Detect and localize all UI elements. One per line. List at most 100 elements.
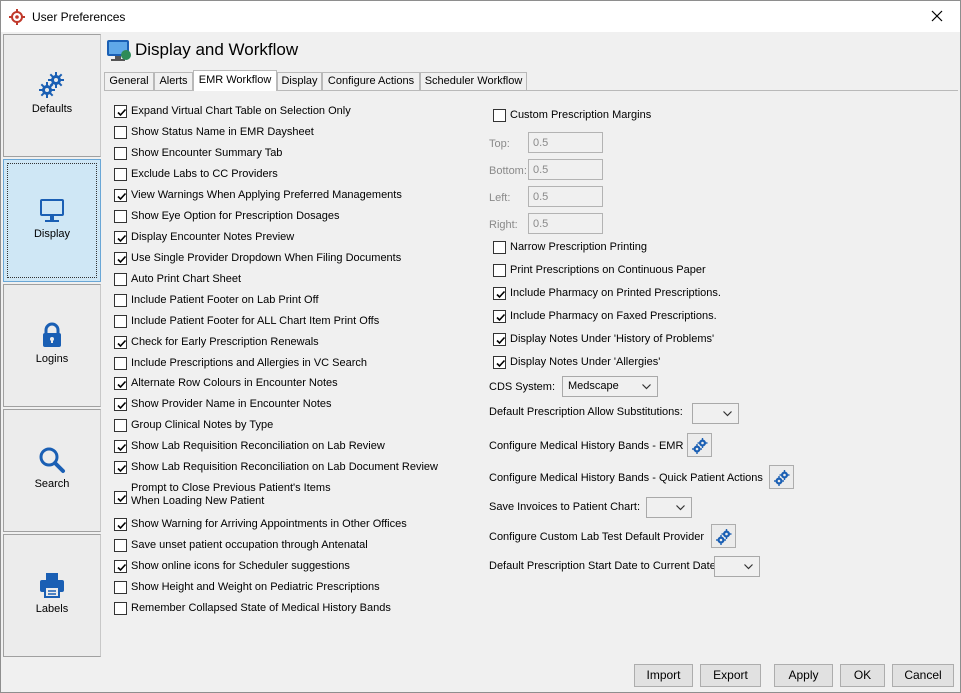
- monitor-icon: [40, 199, 64, 222]
- checkmark-icon: [117, 108, 127, 117]
- option-checkbox[interactable]: [493, 356, 506, 369]
- option-label: Include Patient Footer on Lab Print Off: [131, 294, 319, 306]
- checkmark-icon: [117, 339, 127, 348]
- option-checkbox[interactable]: [114, 231, 127, 244]
- checkmark-icon: [117, 234, 127, 243]
- export-button[interactable]: Export: [700, 664, 761, 687]
- sidebar-item-defaults[interactable]: Defaults: [3, 34, 101, 157]
- tab-display[interactable]: Display: [277, 72, 322, 90]
- config-history-quick-button[interactable]: [769, 465, 794, 489]
- margin-left-input[interactable]: [528, 186, 603, 207]
- option-checkbox[interactable]: [114, 315, 127, 328]
- start-date-dropdown[interactable]: [714, 556, 760, 577]
- option-checkbox[interactable]: [493, 241, 506, 254]
- ok-button[interactable]: OK: [840, 664, 885, 687]
- option-checkbox[interactable]: [114, 273, 127, 286]
- gears-icon: [774, 470, 790, 486]
- cancel-button[interactable]: Cancel: [892, 664, 954, 687]
- option-checkbox[interactable]: [114, 189, 127, 202]
- allow-substitutions-label: Default Prescription Allow Substitutions…: [489, 406, 683, 418]
- option-checkbox[interactable]: [114, 126, 127, 139]
- checkmark-icon: [117, 380, 127, 389]
- option-checkbox[interactable]: [114, 581, 127, 594]
- margin-bottom-input[interactable]: [528, 159, 603, 180]
- margin-right-input[interactable]: [528, 213, 603, 234]
- option-checkbox[interactable]: [114, 491, 127, 504]
- import-button[interactable]: Import: [634, 664, 693, 687]
- option-label: Show online icons for Scheduler suggesti…: [131, 560, 350, 572]
- option-label: Include Pharmacy on Faxed Prescriptions.: [510, 310, 717, 322]
- save-invoices-dropdown[interactable]: [646, 497, 692, 518]
- option-label: Use Single Provider Dropdown When Filing…: [131, 252, 402, 264]
- tab-scheduler-workflow[interactable]: Scheduler Workflow: [420, 72, 527, 90]
- apply-button[interactable]: Apply: [774, 664, 833, 687]
- display-workflow-icon: [107, 40, 131, 61]
- option-checkbox[interactable]: [493, 310, 506, 323]
- checkmark-icon: [496, 290, 506, 299]
- option-checkbox[interactable]: [493, 287, 506, 300]
- option-checkbox[interactable]: [114, 398, 127, 411]
- option-checkbox[interactable]: [114, 336, 127, 349]
- option-checkbox[interactable]: [114, 539, 127, 552]
- option-checkbox[interactable]: [114, 440, 127, 453]
- checkmark-icon: [117, 464, 127, 473]
- tab-emr-workflow[interactable]: EMR Workflow: [193, 70, 277, 91]
- option-checkbox[interactable]: [493, 264, 506, 277]
- config-history-emr-button[interactable]: [687, 433, 712, 457]
- option-checkbox[interactable]: [114, 168, 127, 181]
- option-checkbox[interactable]: [114, 147, 127, 160]
- category-sidebar: Defaults Display Logins Search Labels: [3, 34, 101, 657]
- sidebar-item-logins[interactable]: Logins: [3, 284, 101, 407]
- cds-system-dropdown[interactable]: Medscape: [562, 376, 658, 397]
- margin-top-input[interactable]: [528, 132, 603, 153]
- printer-icon: [40, 573, 64, 598]
- tab-configure-actions[interactable]: Configure Actions: [322, 72, 420, 90]
- sidebar-item-labels[interactable]: Labels: [3, 534, 101, 657]
- config-lab-provider-button[interactable]: [711, 524, 736, 548]
- tab-general[interactable]: General: [104, 72, 154, 90]
- option-label: Show Lab Requisition Reconciliation on L…: [131, 440, 385, 452]
- sidebar-label-logins: Logins: [35, 353, 69, 365]
- option-checkbox[interactable]: [114, 377, 127, 390]
- custom-margins-checkbox[interactable]: [493, 109, 506, 122]
- option-label: Remember Collapsed State of Medical Hist…: [131, 602, 391, 614]
- option-label: Show Encounter Summary Tab: [131, 147, 283, 159]
- option-label: Auto Print Chart Sheet: [131, 273, 242, 285]
- close-icon: [931, 10, 943, 22]
- option-checkbox[interactable]: [114, 518, 127, 531]
- start-date-label: Default Prescription Start Date to Curre…: [489, 560, 716, 572]
- option-checkbox[interactable]: [114, 560, 127, 573]
- option-label: Show Height and Weight on Pediatric Pres…: [131, 581, 380, 593]
- checkmark-icon: [117, 521, 127, 530]
- close-button[interactable]: [914, 1, 960, 32]
- option-label: Show Status Name in EMR Daysheet: [131, 126, 314, 138]
- sidebar-label-defaults: Defaults: [31, 103, 73, 115]
- tab-alerts[interactable]: Alerts: [154, 72, 193, 90]
- option-label: Narrow Prescription Printing: [510, 241, 647, 253]
- sidebar-item-display[interactable]: Display: [3, 159, 101, 282]
- option-checkbox[interactable]: [114, 602, 127, 615]
- option-label: Show Lab Requisition Reconciliation on L…: [131, 461, 438, 473]
- checkmark-icon: [117, 401, 127, 410]
- option-label: Group Clinical Notes by Type: [131, 419, 274, 431]
- allow-substitutions-dropdown[interactable]: [692, 403, 739, 424]
- margin-top-label: Top:: [489, 138, 510, 150]
- option-checkbox[interactable]: [114, 105, 127, 118]
- option-label: Prompt to Close Previous Patient's Items…: [131, 482, 331, 508]
- option-label: Show Eye Option for Prescription Dosages: [131, 210, 340, 222]
- option-checkbox[interactable]: [114, 419, 127, 432]
- checkmark-icon: [117, 192, 127, 201]
- option-checkbox[interactable]: [114, 210, 127, 223]
- option-checkbox[interactable]: [114, 357, 127, 370]
- config-history-quick-label: Configure Medical History Bands - Quick …: [489, 472, 763, 484]
- option-checkbox[interactable]: [114, 252, 127, 265]
- sidebar-label-labels: Labels: [35, 603, 69, 615]
- cds-system-label: CDS System:: [489, 381, 556, 393]
- option-label-line2: When Loading New Patient: [131, 495, 265, 507]
- checkmark-icon: [117, 494, 127, 503]
- sidebar-label-search: Search: [34, 478, 70, 490]
- sidebar-item-search[interactable]: Search: [3, 409, 101, 532]
- option-checkbox[interactable]: [493, 333, 506, 346]
- option-checkbox[interactable]: [114, 461, 127, 474]
- option-checkbox[interactable]: [114, 294, 127, 307]
